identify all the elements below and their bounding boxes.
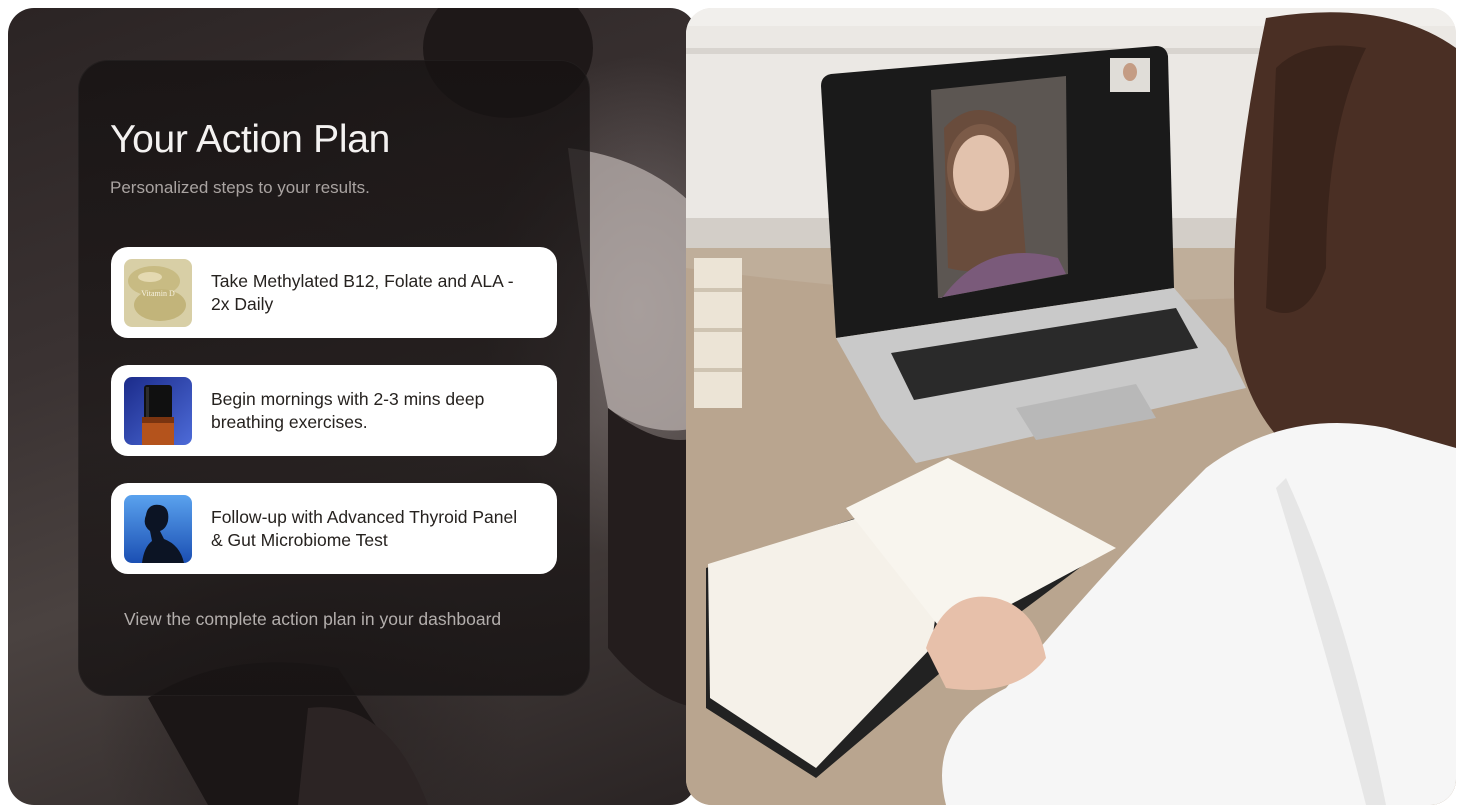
- action-plan-card: Your Action Plan Personalized steps to y…: [78, 60, 590, 696]
- action-step-supplements[interactable]: Vitamin D Take Methylated B12, Folate an…: [111, 247, 557, 338]
- video-consultation-photo: [686, 8, 1456, 805]
- supplement-capsule-icon: Vitamin D: [124, 258, 192, 327]
- video-call-laptop-icon: [686, 8, 1456, 805]
- step-text: Take Methylated B12, Folate and ALA - 2x…: [211, 270, 514, 314]
- action-step-lab-tests[interactable]: Follow-up with Advanced Thyroid Panel & …: [111, 483, 557, 574]
- view-dashboard-link[interactable]: View the complete action plan in your da…: [124, 608, 504, 631]
- step-text: Follow-up with Advanced Thyroid Panel & …: [211, 506, 518, 550]
- card-subtitle: Personalized steps to your results.: [110, 178, 370, 197]
- dropper-bottle-icon: [124, 376, 192, 445]
- person-silhouette-icon: [124, 494, 192, 563]
- action-plan-panel: Your Action Plan Personalized steps to y…: [8, 8, 696, 805]
- card-title: Your Action Plan: [110, 118, 390, 161]
- step-text: Begin mornings with 2-3 mins deep breath…: [211, 388, 485, 432]
- action-step-breathing[interactable]: Begin mornings with 2-3 mins deep breath…: [111, 365, 557, 456]
- vitamin-label: Vitamin D: [141, 289, 175, 298]
